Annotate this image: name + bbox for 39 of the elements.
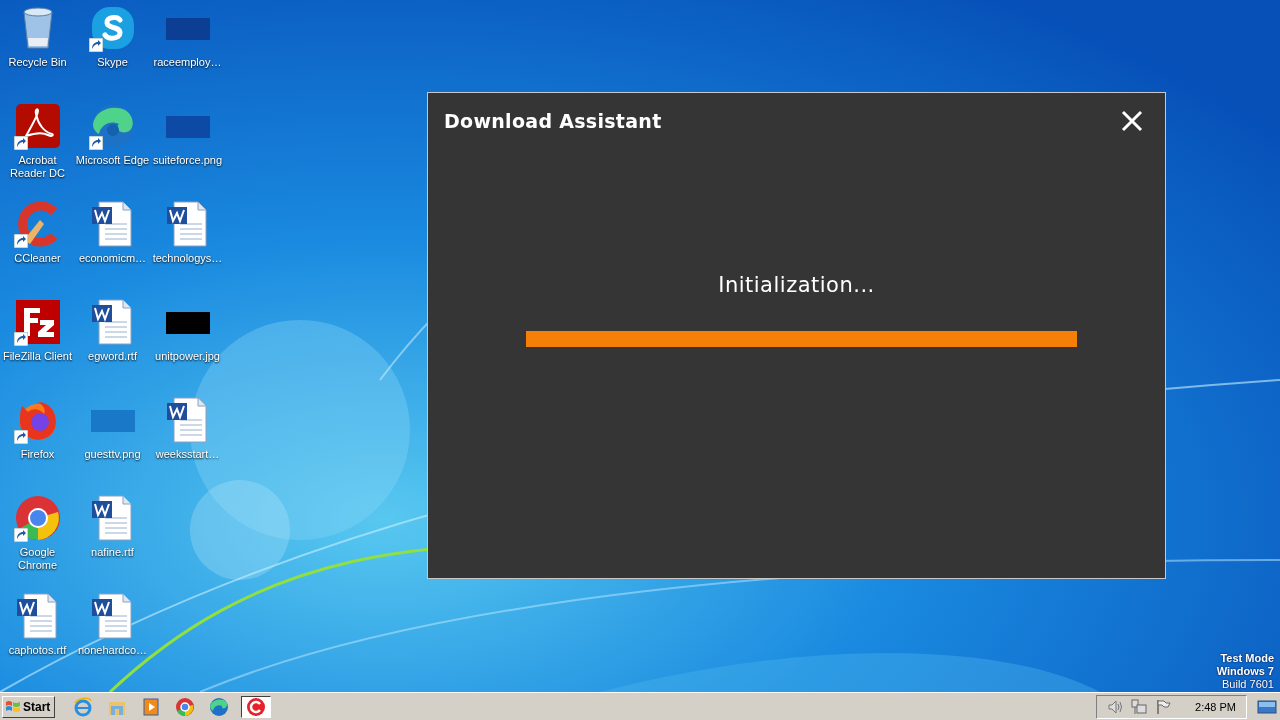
desktop-icon-label[interactable]: nonehardco… (77, 644, 148, 657)
network-icon[interactable] (1131, 698, 1148, 715)
clock-time[interactable]: 2:48 PM (1195, 700, 1236, 713)
chrome-icon (175, 696, 196, 717)
flag-icon[interactable] (1155, 698, 1172, 715)
os-build-text: Test Mode (1220, 652, 1274, 665)
volume-icon[interactable] (1107, 698, 1124, 715)
internet-explorer-icon (73, 696, 94, 717)
desktop-icon-label[interactable]: guesttv.png (84, 448, 141, 461)
desktop-icon-label[interactable]: technologys… (152, 252, 223, 265)
os-build-text: Build 7601 (1222, 678, 1274, 691)
desktop-icon-label[interactable]: CCleaner (14, 252, 61, 265)
windows-logo-icon (5, 698, 21, 715)
close-icon (1121, 110, 1143, 132)
desktop-icon-label[interactable]: FileZilla Client (2, 350, 73, 363)
desktop-icon-label[interactable]: egword.rtf (88, 350, 137, 363)
circle-c-icon (246, 696, 267, 717)
desktop-icon-label[interactable]: weeksstart… (155, 448, 220, 461)
desktop-icon-label[interactable]: Acrobat Reader DC (0, 154, 75, 180)
taskbar-button[interactable] (241, 695, 272, 718)
edge-icon (209, 696, 230, 717)
status-text: Initialization... (718, 273, 875, 297)
desktop-icon-label[interactable]: Skype (97, 56, 128, 69)
desktop-icon-label[interactable]: Recycle Bin (8, 56, 67, 69)
show-desktop-icon[interactable] (1257, 698, 1277, 715)
dialog-title: Download Assistant (444, 110, 662, 132)
chrome-icon (13, 494, 62, 542)
desktop-icon-label[interactable]: suiteforce.png (152, 154, 223, 167)
start-button[interactable]: Start (2, 695, 56, 718)
os-build-text: Windows 7 (1216, 665, 1274, 678)
media-player-icon (141, 696, 162, 717)
desktop-icon-label[interactable]: Firefox (20, 448, 55, 461)
desktop-icon-label[interactable]: Google Chrome (0, 546, 75, 572)
desktop-icon-label[interactable]: Microsoft Edge (75, 154, 150, 167)
desktop-icon-label[interactable]: unitpower.jpg (155, 350, 220, 363)
desktop-icon-label[interactable]: nafine.rtf (91, 546, 134, 559)
desktop-icon-label[interactable]: raceemploy… (153, 56, 222, 69)
desktop-icon-label[interactable]: economicm… (78, 252, 147, 265)
desktop-icon-label[interactable]: caphotos.rtf (8, 644, 67, 657)
